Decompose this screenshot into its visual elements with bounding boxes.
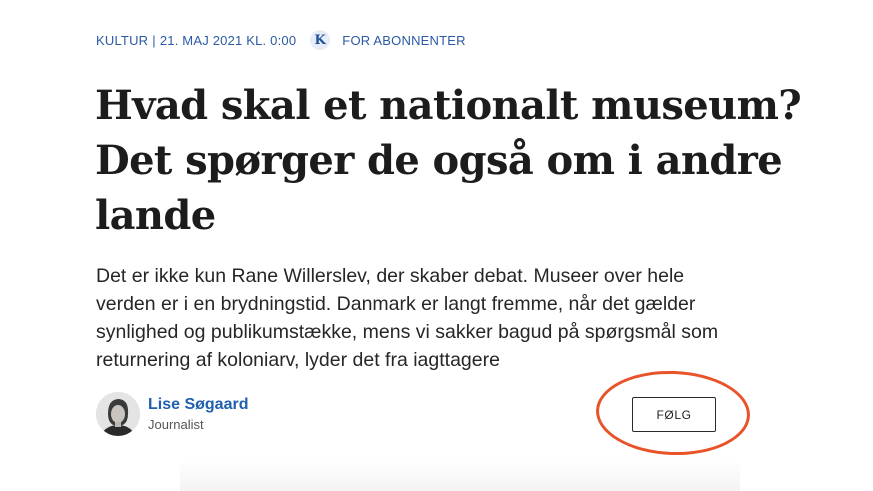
author-role: Journalist bbox=[148, 417, 204, 432]
author-portrait bbox=[96, 392, 140, 436]
article-meta: KULTUR | 21. MAJ 2021 KL. 0:00 K FOR ABO… bbox=[96, 30, 466, 50]
subscriber-label: FOR ABONNENTER bbox=[342, 32, 466, 48]
article-headline: Hvad skal et nationalt museum? Det spørg… bbox=[95, 82, 802, 239]
content-fade bbox=[180, 460, 740, 491]
author-name-link[interactable]: Lise Søgaard bbox=[148, 396, 248, 414]
meta-separator: | bbox=[152, 32, 156, 48]
author-avatar[interactable] bbox=[96, 392, 140, 436]
k-logo-icon: K bbox=[310, 30, 331, 50]
section-label[interactable]: KULTUR bbox=[96, 33, 148, 48]
article-lead: Det er ikke kun Rane Willerslev, der ska… bbox=[96, 265, 719, 371]
publish-date: 21. MAJ 2021 KL. 0:00 bbox=[159, 32, 297, 48]
follow-button[interactable]: FØLG bbox=[632, 397, 716, 432]
